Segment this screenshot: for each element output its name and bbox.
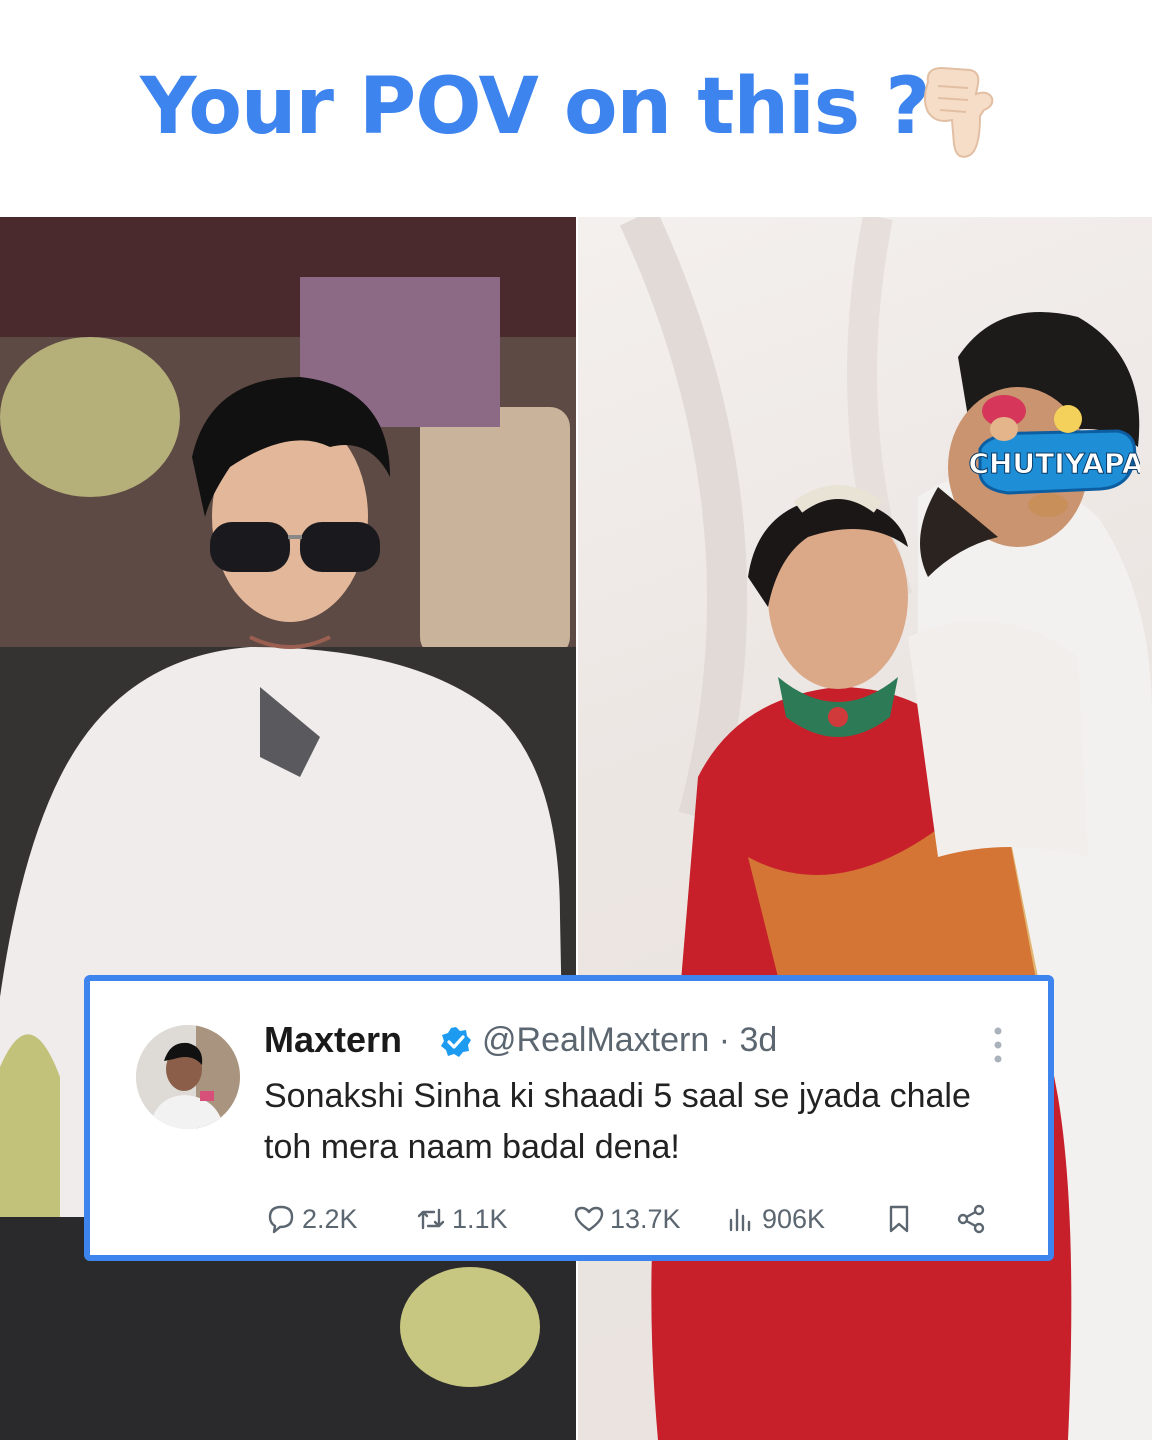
like-button[interactable]: 13.7K xyxy=(572,1199,681,1239)
chutiyapa-logo-text: CHUTIYAPA xyxy=(968,447,1140,480)
reply-icon xyxy=(268,1205,294,1234)
views-button[interactable]: 906K xyxy=(724,1199,825,1239)
tweet-text: Sonakshi Sinha ki shaadi 5 saal se jyada… xyxy=(264,1077,971,1166)
verified-badge-icon xyxy=(441,1027,471,1057)
share-button[interactable] xyxy=(954,1199,988,1239)
views-count: 906K xyxy=(762,1203,826,1234)
bookmark-button[interactable] xyxy=(882,1199,916,1239)
avatar-image xyxy=(136,1025,240,1129)
retweet-count: 1.1K xyxy=(452,1203,508,1234)
views-icon xyxy=(729,1208,751,1232)
headline: Your POV on this ? xyxy=(140,62,931,152)
tweet-actions: 2.2K 1.1K 13.7K 906K xyxy=(264,1199,1024,1239)
reply-count: 2.2K xyxy=(302,1203,358,1234)
retweet-icon xyxy=(417,1208,445,1230)
reply-button[interactable]: 2.2K xyxy=(264,1199,358,1239)
share-icon xyxy=(957,1204,985,1234)
author-name[interactable]: Maxtern xyxy=(264,1019,402,1061)
chutiyapa-logo: CHUTIYAPA xyxy=(968,395,1140,517)
backhand-index-pointing-down-icon xyxy=(924,66,994,158)
author-handle[interactable]: @RealMaxtern xyxy=(482,1021,709,1059)
bookmark-icon xyxy=(889,1205,909,1233)
heart-icon xyxy=(574,1206,604,1232)
like-count: 13.7K xyxy=(610,1203,681,1234)
tweet-time: · 3d xyxy=(718,1021,778,1059)
more-vertical-icon[interactable] xyxy=(992,1025,1004,1065)
header: Your POV on this ? xyxy=(0,0,1152,217)
author-handle-and-time[interactable]: @RealMaxtern · 3d xyxy=(482,1021,777,1060)
avatar[interactable] xyxy=(136,1025,240,1129)
tweet-card[interactable]: Maxtern @RealMaxtern · 3d Sonakshi Sinha… xyxy=(84,975,1054,1261)
retweet-button[interactable]: 1.1K xyxy=(414,1199,508,1239)
